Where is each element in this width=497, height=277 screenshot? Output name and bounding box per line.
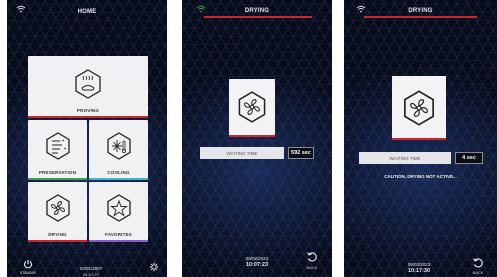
- power-icon[interactable]: [23, 259, 33, 269]
- waiting-time-row: WAITING TIME 4 sec: [359, 152, 483, 164]
- tile-accent-bar: [392, 138, 446, 140]
- title-underline: [204, 16, 312, 18]
- waiting-time-label: WAITING TIME: [200, 147, 284, 159]
- tile-drying[interactable]: DRYING: [28, 182, 87, 242]
- title-underline: [364, 16, 477, 18]
- footer-date: 02/01/2007: [79, 266, 103, 271]
- tile-label-cooling: COOLING: [107, 170, 130, 175]
- waiting-time-value: 4 sec: [455, 152, 483, 164]
- tile-preservation[interactable]: PRESERVATION: [28, 120, 87, 180]
- waiting-time-row: WAITING TIME 592 sec: [200, 147, 314, 159]
- footer-time: 10:07:23: [245, 262, 269, 268]
- caution-message: CAUTION, DRYING NOT ACTIVE...: [384, 174, 457, 179]
- page-title: DRYING: [408, 8, 433, 14]
- preservation-icon: [45, 132, 70, 160]
- drying-screen-1: DRYING WAITING TIME 592 sec 09/02/2023 1…: [182, 0, 332, 277]
- waiting-time-label: WAITING TIME: [359, 152, 451, 164]
- page-title: DRYING: [244, 8, 270, 14]
- drying-screen-2: DRYING WAITING TIME 4 sec CAUTION, DRYIN…: [344, 0, 497, 277]
- fan-icon: [45, 194, 70, 222]
- footer-date: 09/02/2023: [407, 262, 431, 267]
- standby-label: STANDBY: [19, 271, 37, 275]
- tile-proving[interactable]: PROVING: [28, 56, 148, 118]
- drying-status-tile: [229, 79, 275, 137]
- gear-icon[interactable]: [149, 262, 159, 272]
- tile-accent-bar: [28, 240, 87, 242]
- star-icon: [106, 194, 131, 222]
- drying-status-tile: [392, 76, 446, 140]
- page-title: HOME: [77, 9, 97, 15]
- tile-accent-bar: [89, 178, 148, 180]
- tile-accent-bar: [28, 178, 87, 180]
- cooling-icon: [106, 132, 131, 160]
- tile-label-proving: PROVING: [76, 108, 100, 113]
- home-screen: HOME PROVING PRESERVATION COOLING DRYING…: [7, 0, 167, 277]
- fan-icon: [238, 91, 266, 123]
- back-icon[interactable]: [306, 251, 318, 263]
- footer-time: 01:1?:??: [83, 272, 99, 277]
- waiting-time-value: 592 sec: [288, 147, 314, 159]
- back-icon[interactable]: [472, 257, 484, 269]
- tile-favorites[interactable]: FAVORITES: [89, 182, 148, 242]
- fan-icon: [404, 90, 434, 126]
- photo-collage: HOME PROVING PRESERVATION COOLING DRYING…: [0, 0, 497, 277]
- back-label[interactable]: BACK: [470, 270, 486, 275]
- proving-icon: [75, 69, 101, 99]
- back-label[interactable]: BACK: [304, 265, 320, 270]
- tile-accent-bar: [28, 116, 148, 118]
- tile-label-preservation: PRESERVATION: [38, 170, 77, 175]
- tile-cooling[interactable]: COOLING: [89, 120, 148, 180]
- tile-label-drying: DRYING: [48, 232, 67, 237]
- footer-date: 09/02/2023: [245, 256, 269, 261]
- footer-time: 10:17:30: [407, 268, 431, 274]
- tile-accent-bar: [89, 240, 148, 242]
- tile-label-favorites: FAVORITES: [105, 232, 132, 237]
- tile-accent-bar: [229, 135, 275, 137]
